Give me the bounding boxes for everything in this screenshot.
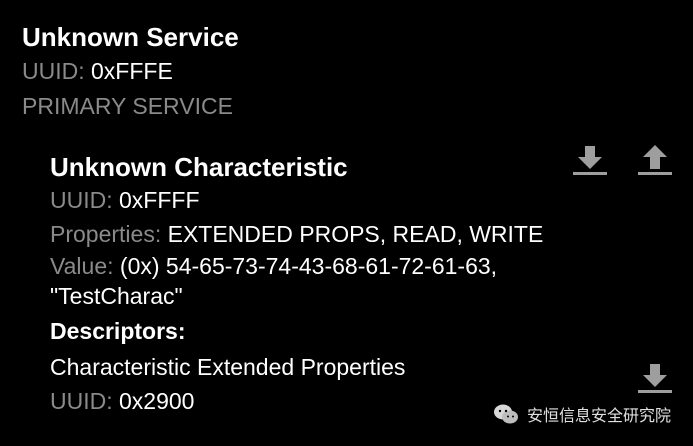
characteristic-uuid-value: 0xFFFF	[119, 187, 200, 213]
ble-service-screen: Unknown Service UUID: 0xFFFE PRIMARY SER…	[0, 0, 693, 446]
descriptor-name[interactable]: Characteristic Extended Properties	[50, 349, 590, 385]
characteristic-value: Value: (0x) 54-65-73-74-43-68-61-72-61-6…	[50, 251, 550, 311]
service-uuid-label: UUID:	[22, 58, 85, 84]
download-icon	[638, 364, 672, 393]
descriptors-heading: Descriptors:	[50, 318, 186, 344]
service-uuid: UUID: 0xFFFE	[22, 54, 662, 88]
service-block[interactable]: Unknown Service UUID: 0xFFFE PRIMARY SER…	[22, 20, 662, 124]
value-label: Value:	[50, 253, 114, 279]
characteristic-properties: Properties: EXTENDED PROPS, READ, WRITE	[50, 218, 590, 252]
wechat-logo-icon	[493, 404, 518, 424]
service-type: PRIMARY SERVICE	[22, 93, 233, 119]
characteristic-uuid: UUID: 0xFFFF	[50, 184, 590, 218]
watermark: 安恒信息安全研究院	[493, 402, 671, 426]
service-title: Unknown Service	[22, 22, 239, 52]
value-hex: (0x) 54-65-73-74-43-68-61-72-61-63,	[119, 253, 498, 279]
write-characteristic-button[interactable]	[635, 140, 675, 180]
read-descriptor-button[interactable]	[635, 358, 675, 398]
value-string: "TestCharac"	[50, 283, 183, 309]
upload-icon	[638, 145, 672, 175]
properties-label: Properties:	[50, 220, 162, 247]
download-icon	[573, 146, 607, 175]
descriptor-uuid-value: 0x2900	[119, 388, 195, 414]
characteristic-title: Unknown Characteristic	[50, 152, 348, 182]
read-characteristic-button[interactable]	[570, 140, 610, 180]
descriptor-uuid-label: UUID:	[50, 388, 113, 414]
characteristic-uuid-label: UUID:	[50, 187, 113, 213]
characteristic-block[interactable]: Unknown Characteristic UUID: 0xFFFF Prop…	[50, 150, 590, 419]
service-uuid-value: 0xFFFE	[91, 58, 173, 84]
properties-value: EXTENDED PROPS, READ, WRITE	[167, 220, 544, 247]
watermark-text: 安恒信息安全研究院	[526, 406, 671, 425]
